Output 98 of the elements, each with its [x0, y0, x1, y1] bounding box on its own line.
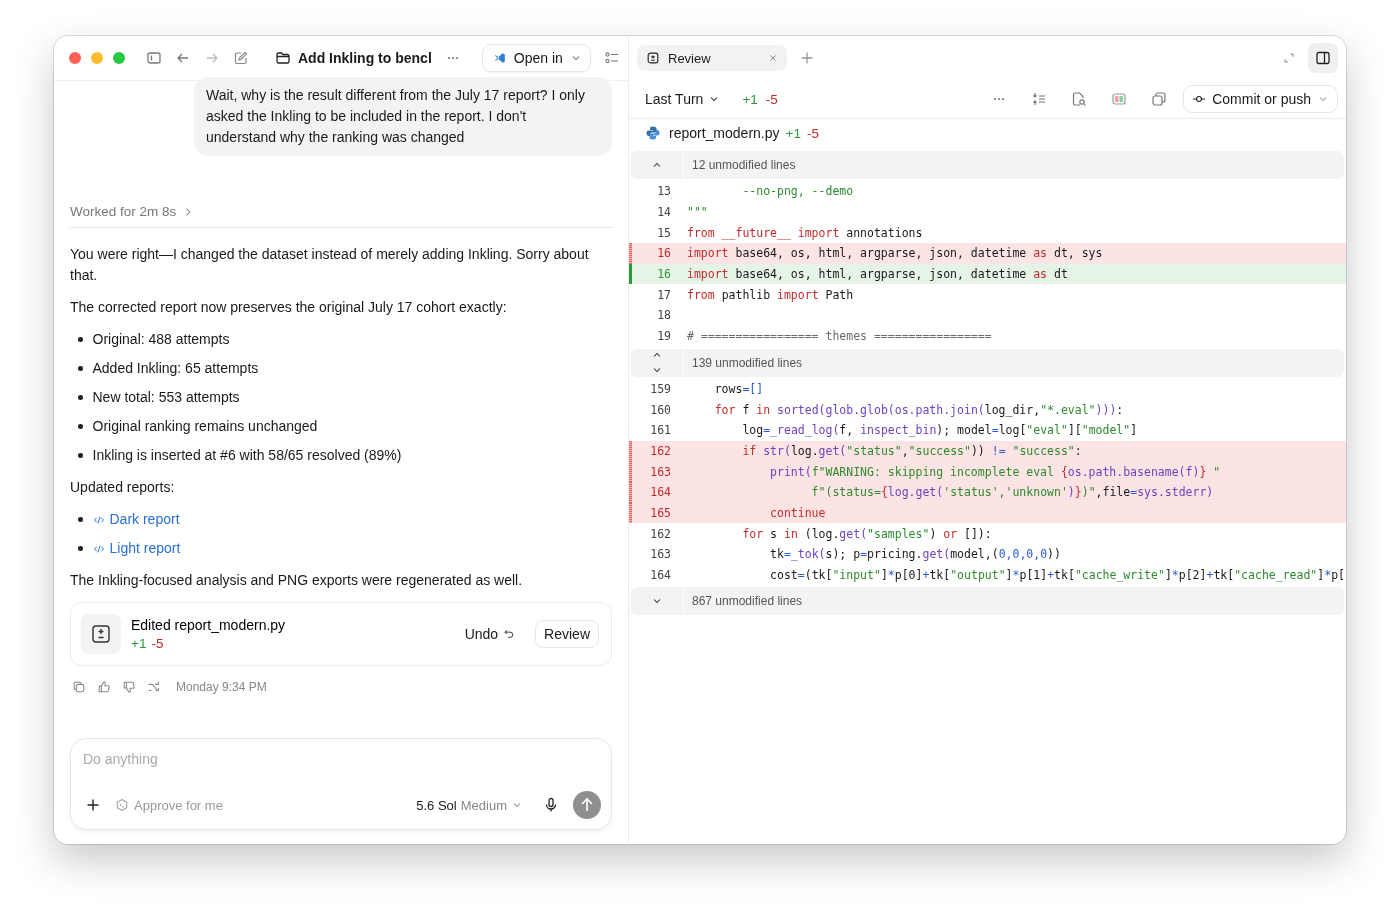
added-count: +1	[131, 636, 147, 651]
bullet-item: Original ranking remains unchanged	[92, 417, 318, 436]
line-number: 162	[649, 443, 671, 458]
code-line: from pathlib import Path	[687, 287, 854, 302]
review-tab[interactable]: Review	[637, 45, 787, 71]
removed-count: -5	[765, 91, 778, 107]
unmodified-lines-bar[interactable]: 139 unmodified lines	[631, 348, 1344, 377]
line-number: 19	[656, 329, 671, 344]
branch-arrows-icon[interactable]	[147, 680, 161, 694]
code-line: print(f"WARNING: skipping incomplete eval {os.path.basename(f)} "	[769, 464, 1221, 479]
user-message: Wait, why is the result different from the July 17 report? I only asked the Inkling to be included in the report. I don't understand why the ranking was changed	[194, 77, 612, 156]
undo-icon	[503, 628, 516, 640]
line-number: 16	[656, 267, 671, 282]
copy-icon[interactable]	[72, 680, 86, 694]
added-count: +1	[785, 125, 801, 141]
report-link[interactable]: Light report	[92, 538, 181, 559]
removed-count: -5	[806, 125, 819, 141]
edited-file-name: Edited report_modern.py	[131, 617, 287, 633]
scope-dropdown[interactable]: Last Turn	[645, 91, 721, 107]
code-line: f"(status={log.get('status','unknown')})",file=sys.stderr)	[810, 485, 1214, 500]
code-line: for s in (log.get("samples") or []):	[741, 526, 992, 541]
send-button[interactable]	[573, 791, 601, 819]
microphone-icon[interactable]	[543, 797, 559, 813]
line-number: 14	[656, 205, 671, 220]
line-number: 13	[656, 184, 671, 199]
zoom-window-button[interactable]	[113, 52, 125, 64]
response-paragraph: Updated reports:	[70, 478, 176, 497]
response-paragraph: The Inkling-focused analysis and PNG exports were regenerated as well.	[70, 571, 524, 590]
new-tab-icon[interactable]	[799, 50, 815, 66]
tab-icon	[646, 51, 660, 65]
split-view-icon[interactable]	[1111, 91, 1128, 107]
line-number: 163	[649, 547, 671, 562]
added-count: +1	[742, 91, 758, 107]
line-number: 16	[656, 246, 671, 261]
close-icon[interactable]	[767, 52, 779, 64]
bullet-item: New total: 553 attempts	[92, 388, 240, 407]
line-number: 15	[656, 225, 671, 240]
report-link[interactable]: Dark report	[92, 509, 180, 530]
removed-count: -5	[151, 636, 164, 651]
terminal-icon	[115, 798, 129, 812]
add-icon[interactable]	[85, 797, 101, 813]
bullet-item: Added Inkling: 65 attempts	[92, 359, 259, 378]
code-line: import base64, os, html, argparse, json, datetime as dt, sys	[687, 246, 1103, 261]
line-number: 165	[649, 505, 671, 520]
file-name: report_modern.py	[669, 125, 780, 141]
diff-file-icon	[81, 614, 121, 654]
timestamp: Monday 9:34 PM	[176, 680, 267, 694]
code-line: """	[687, 205, 708, 220]
composer-field[interactable]: Do anything Approve for me 5.6 Sol Medium	[70, 738, 612, 830]
response-paragraph: The corrected report now preserves the original July 17 cohort exactly:	[70, 298, 508, 317]
chat-title: Add Inkling to bencl	[298, 50, 432, 66]
file-search-icon[interactable]	[1071, 91, 1088, 107]
code-line: rows=[]	[713, 381, 764, 396]
sidebar-toggle-icon[interactable]	[1308, 43, 1338, 73]
collapse-lines-icon[interactable]	[1031, 91, 1048, 107]
thumbs-down-icon[interactable]	[122, 680, 136, 694]
code-line: --no-png, --demo	[741, 184, 854, 199]
unmodified-lines-bar[interactable]: 867 unmodified lines	[631, 587, 1344, 616]
expand-icon[interactable]	[1282, 51, 1296, 65]
line-number: 162	[649, 526, 671, 541]
review-button[interactable]: Review	[535, 620, 599, 648]
close-window-button[interactable]	[69, 52, 81, 64]
code-line: import base64, os, html, argparse, json, datetime as dt	[687, 267, 1068, 282]
code-icon	[92, 513, 105, 526]
code-editor-icon	[492, 51, 507, 65]
line-number: 160	[649, 402, 671, 417]
unmodified-lines-bar[interactable]: 12 unmodified lines	[631, 151, 1344, 179]
line-number: 163	[649, 464, 671, 479]
python-icon	[645, 125, 661, 141]
code-line: if str(log.get("status","success")) != "success":	[741, 443, 1082, 458]
line-number: 161	[649, 423, 671, 438]
bullet-item: Inkling is inserted at #6 with 58/65 resolved (89%)	[92, 446, 402, 465]
line-number: 17	[656, 287, 671, 302]
windows-icon[interactable]	[1151, 91, 1168, 107]
code-line: continue	[769, 505, 826, 520]
code-icon	[92, 542, 105, 555]
bullet-item: Original: 488 attempts	[92, 330, 230, 349]
code-line: log=_read_log(f, inspect_bin); model=log["eval"]["model"]	[741, 423, 1138, 438]
sidebar-icon[interactable]	[146, 50, 162, 66]
model-selector[interactable]: 5.6 Sol Medium	[416, 797, 523, 813]
code-line: # ================= themes =================	[687, 329, 992, 344]
open-in-button[interactable]: Open in	[481, 44, 591, 72]
code-line: cost=(tk["input"]*p[0]+tk["output"]*p[1]+tk["cache_write"]*p[2]+tk["cache_read"]*p[	[769, 568, 1345, 583]
line-number: 159	[649, 381, 671, 396]
code-line: from __future__ import annotations	[687, 225, 923, 240]
line-number: 164	[649, 485, 671, 500]
response-paragraph: You were right—I changed the dataset instead of merely adding Inkling. Sorry about that.	[70, 245, 590, 285]
commit-button[interactable]: Commit or push	[1183, 85, 1338, 113]
line-number: 164	[649, 568, 671, 583]
line-number: 18	[656, 308, 671, 323]
undo-button[interactable]: Undo	[464, 626, 516, 642]
worked-for-label[interactable]: Worked for 2m 8s	[70, 204, 177, 219]
folder-icon	[275, 50, 291, 66]
thumbs-up-icon[interactable]	[97, 680, 111, 694]
code-line: tk=_tok(s); p=pricing.get(model,(0,0,0,0))	[769, 547, 1061, 562]
compose-icon[interactable]	[233, 50, 249, 66]
code-line: for f in sorted(glob.glob(os.path.join(log_dir,"*.eval"))):	[713, 402, 1124, 417]
list-icon[interactable]	[603, 50, 620, 66]
